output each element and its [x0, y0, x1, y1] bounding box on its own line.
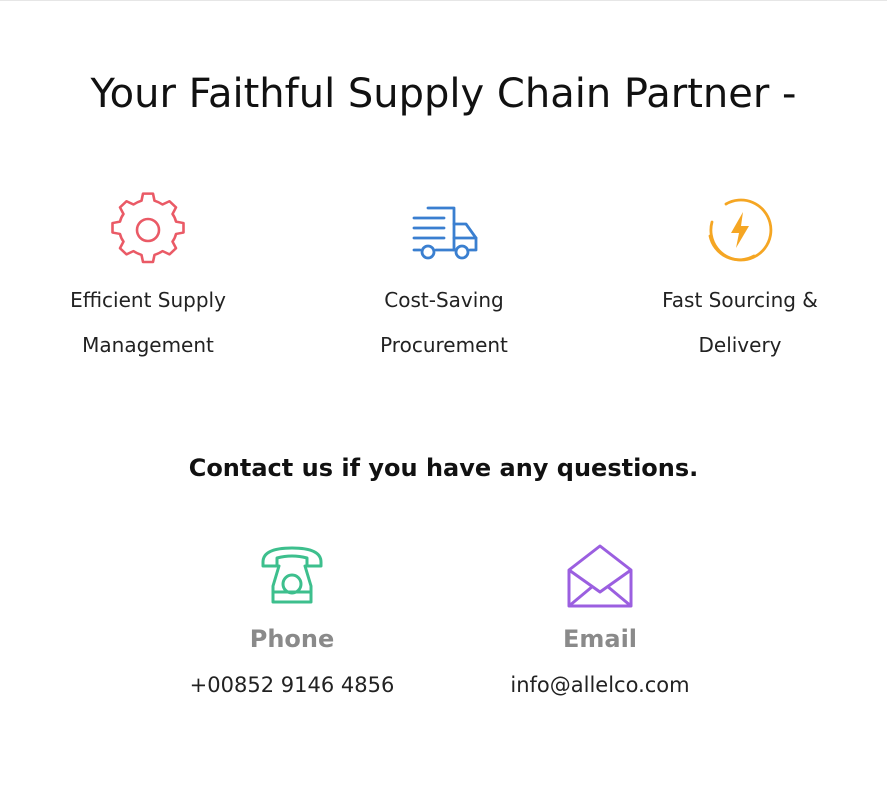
contact-email: Email info@allelco.com — [480, 540, 720, 700]
contact-heading: Contact us if you have any questions. — [188, 454, 699, 482]
feature-label: Fast Sourcing & Delivery — [662, 288, 818, 357]
email-address-link[interactable]: info@allelco.com — [480, 670, 720, 700]
lightning-icon — [708, 198, 773, 262]
feature-label: Cost-Saving Procurement — [380, 288, 508, 357]
contact-title: Phone — [249, 625, 335, 653]
feature-fast-sourcing: Fast Sourcing & Delivery — [630, 192, 850, 368]
feature-efficient-supply: Efficient Supply Management — [38, 192, 258, 368]
gear-icon — [111, 192, 185, 264]
delivery-truck-icon — [412, 206, 478, 260]
top-divider — [0, 0, 887, 1]
envelope-icon — [567, 544, 633, 608]
phone-number-link[interactable]: +00852 9146 4856 — [172, 670, 412, 700]
feature-cost-saving: Cost-Saving Procurement — [334, 192, 554, 368]
contact-title: Email — [562, 625, 638, 653]
page-title: Your Faithful Supply Chain Partner - — [90, 71, 797, 117]
feature-label: Efficient Supply Management — [70, 288, 226, 357]
telephone-icon — [261, 546, 323, 604]
contact-phone: Phone +00852 9146 4856 — [172, 540, 412, 700]
